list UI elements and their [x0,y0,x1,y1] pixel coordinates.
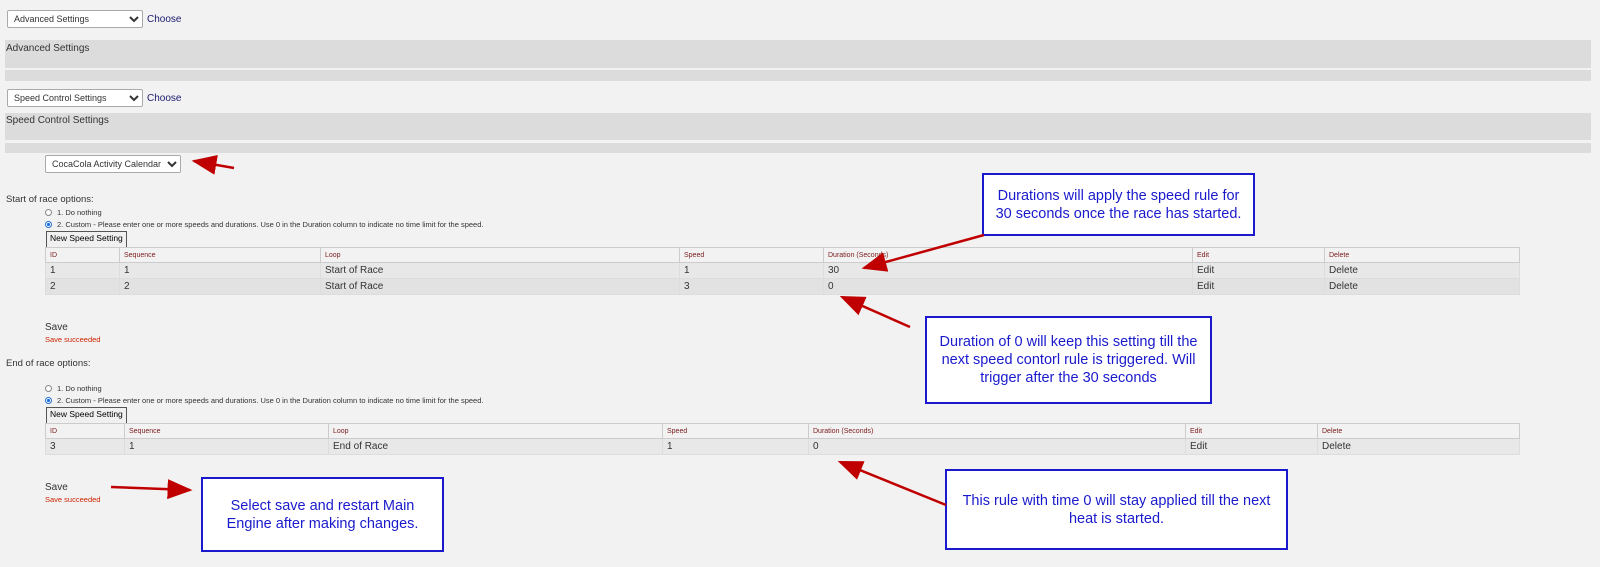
callout-duration-30: Durations will apply the speed rule for … [982,173,1255,236]
speed-control-footer-band [5,143,1591,153]
cell-sequence: 2 [119,278,321,295]
cell-speed: 1 [662,438,809,455]
delete-link[interactable]: Delete [1329,265,1358,276]
radio-selected-icon[interactable] [45,221,52,228]
start-save-link[interactable]: Save [45,322,68,333]
cell-loop: End of Race [328,438,663,455]
table-header-row: ID Sequence Loop Speed Duration (Seconds… [45,247,1520,263]
edit-link[interactable]: Edit [1197,281,1214,292]
end-of-race-label: End of race options: [6,358,91,369]
end-new-speed-setting-button[interactable]: New Speed Setting [46,407,127,424]
delete-link[interactable]: Delete [1322,441,1351,452]
col-edit: Edit [1192,247,1325,263]
callout-end-rule: This rule with time 0 will stay applied … [945,469,1288,550]
start-of-race-label: Start of race options: [6,194,94,205]
advanced-settings-title: Advanced Settings [6,43,90,54]
radio-selected-icon[interactable] [45,397,52,404]
cell-sequence: 1 [119,262,321,279]
start-new-speed-setting-button[interactable]: New Speed Setting [46,231,127,248]
speed-control-title: Speed Control Settings [6,115,109,126]
col-edit: Edit [1185,423,1318,439]
col-sequence: Sequence [124,423,329,439]
end-option-do-nothing[interactable]: 1. Do nothing [45,384,102,393]
cell-speed: 3 [679,278,824,295]
speed-control-select[interactable]: Speed Control Settings [7,89,143,107]
cell-loop: Start of Race [320,278,680,295]
table-row: 2 2 Start of Race 3 0 Edit Delete [45,278,1520,295]
cell-speed: 1 [679,262,824,279]
col-duration: Duration (Seconds) [808,423,1186,439]
end-option-2-label: 2. Custom - Please enter one or more spe… [57,396,484,405]
start-option-do-nothing[interactable]: 1. Do nothing [45,208,102,217]
advanced-settings-footer-band [5,70,1591,81]
col-loop: Loop [328,423,663,439]
arrow-duration-0 [839,295,911,329]
choose-link-advanced[interactable]: Choose [147,14,181,25]
cell-sequence: 1 [124,438,329,455]
arrow-end-rule [837,460,947,507]
start-option-2-label: 2. Custom - Please enter one or more spe… [57,220,484,229]
end-option-custom[interactable]: 2. Custom - Please enter one or more spe… [45,396,483,405]
cell-id: 3 [45,438,125,455]
end-save-status: Save succeeded [45,495,101,504]
end-option-1-label: 1. Do nothing [57,384,102,393]
col-duration: Duration (Seconds) [823,247,1193,263]
edit-link[interactable]: Edit [1197,265,1214,276]
cell-duration: 30 [823,262,1193,279]
choose-link-speed[interactable]: Choose [147,93,181,104]
radio-icon[interactable] [45,385,52,392]
end-save-link[interactable]: Save [45,482,68,493]
cell-duration: 0 [808,438,1186,455]
end-speed-table: ID Sequence Loop Speed Duration (Seconds… [45,423,1520,455]
start-save-status: Save succeeded [45,335,101,344]
activity-calendar-select[interactable]: CocaCola Activity Calendar 1 [45,155,181,173]
arrow-calendar [191,155,235,175]
cell-id: 1 [45,262,120,279]
radio-icon[interactable] [45,209,52,216]
callout-save-restart: Select save and restart Main Engine afte… [201,477,444,552]
col-id: ID [45,423,125,439]
table-header-row: ID Sequence Loop Speed Duration (Seconds… [45,423,1520,439]
advanced-settings-panel [5,40,1591,68]
cell-loop: Start of Race [320,262,680,279]
col-delete: Delete [1324,247,1520,263]
callout-duration-0: Duration of 0 will keep this setting til… [925,316,1212,404]
col-id: ID [45,247,120,263]
start-option-custom[interactable]: 2. Custom - Please enter one or more spe… [45,220,483,229]
col-speed: Speed [679,247,824,263]
col-delete: Delete [1317,423,1520,439]
arrow-save [110,479,193,500]
table-row: 1 1 Start of Race 1 30 Edit Delete [45,262,1520,279]
edit-link[interactable]: Edit [1190,441,1207,452]
speed-control-panel [5,113,1591,140]
col-speed: Speed [662,423,809,439]
advanced-settings-select[interactable]: Advanced Settings [7,10,143,28]
cell-id: 2 [45,278,120,295]
cell-duration: 0 [823,278,1193,295]
start-option-1-label: 1. Do nothing [57,208,102,217]
delete-link[interactable]: Delete [1329,281,1358,292]
start-speed-table: ID Sequence Loop Speed Duration (Seconds… [45,247,1520,295]
col-loop: Loop [320,247,680,263]
table-row: 3 1 End of Race 1 0 Edit Delete [45,438,1520,455]
col-sequence: Sequence [119,247,321,263]
